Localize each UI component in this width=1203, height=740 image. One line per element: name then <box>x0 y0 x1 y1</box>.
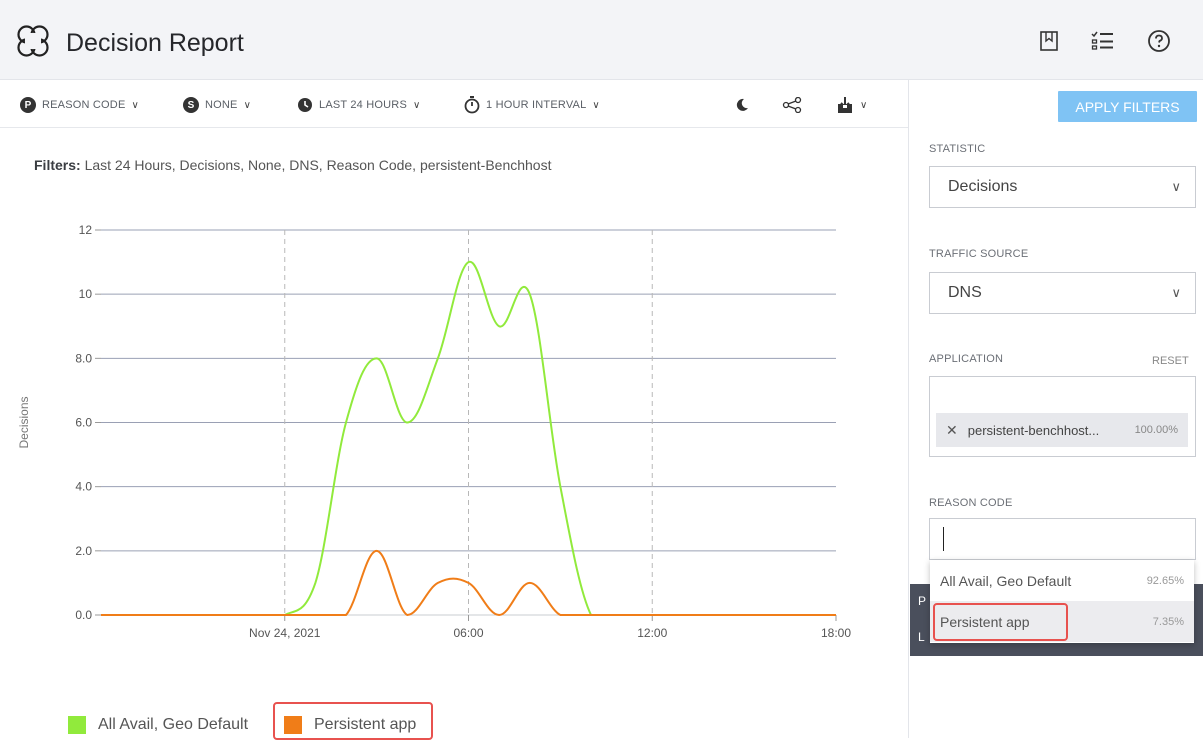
legend-label: All Avail, Geo Default <box>98 716 249 733</box>
x-tick-label: 12:00 <box>637 626 667 640</box>
chevron-down-icon: ∨ <box>131 99 140 111</box>
moon-icon <box>736 98 748 111</box>
reason-code-label: REASON CODE <box>929 497 1013 509</box>
help-icon[interactable] <box>1145 27 1173 55</box>
y-tick-label: 2.0 <box>75 544 92 558</box>
option-percent: 92.65% <box>1146 574 1184 587</box>
application-label: APPLICATION <box>929 353 1004 365</box>
header-bar: Decision Report <box>0 0 1203 80</box>
dropdown-option-all-avail[interactable]: All Avail, Geo Default 92.65% <box>930 560 1194 601</box>
chip-percent: 100.00% <box>1134 424 1178 436</box>
filters-label: Filters: <box>34 157 81 173</box>
share-button[interactable] <box>782 95 802 115</box>
y-tick-label: 0.0 <box>75 608 92 622</box>
reason-code-input[interactable] <box>929 518 1196 560</box>
legend-item-all-avail[interactable]: All Avail, Geo Default <box>68 716 248 734</box>
statistic-value: Decisions <box>948 178 1018 195</box>
statistic-label: STATISTIC <box>929 143 986 155</box>
legend-highlight-box <box>273 702 433 740</box>
page-title: Decision Report <box>66 29 244 57</box>
legend-swatch <box>68 716 86 734</box>
statistic-select[interactable]: Decisions ∨ <box>929 166 1196 208</box>
chevron-down-icon: ∨ <box>860 99 868 111</box>
s-badge-icon: S <box>183 97 199 113</box>
time-range-label: LAST 24 HOURS <box>319 99 407 111</box>
traffic-source-select[interactable]: DNS ∨ <box>929 272 1196 314</box>
apply-filters-button[interactable]: APPLY FILTERS <box>1058 91 1197 122</box>
y-tick-label: 12 <box>79 223 93 237</box>
bookmark-icon[interactable] <box>1035 27 1063 55</box>
download-icon <box>838 97 852 113</box>
y-tick-label: 8.0 <box>75 351 92 365</box>
application-chip: ✕ persistent-benchhost... 100.00% <box>936 413 1188 447</box>
y-tick-label: 10 <box>79 287 93 301</box>
dark-mode-toggle[interactable] <box>735 95 749 115</box>
reason-code-dropdown[interactable]: P REASON CODE ∨ <box>20 95 139 115</box>
none-dropdown[interactable]: S NONE ∨ <box>183 95 251 115</box>
reset-link[interactable]: RESET <box>1152 355 1189 367</box>
band-letter-l: L <box>918 630 925 644</box>
download-dropdown[interactable]: ∨ <box>836 95 868 115</box>
x-tick-label: Nov 24, 2021 <box>249 626 321 640</box>
y-tick-label: 4.0 <box>75 480 92 494</box>
checklist-icon[interactable] <box>1089 27 1117 55</box>
reason-code-label: REASON CODE <box>42 99 126 111</box>
interval-label: 1 HOUR INTERVAL <box>486 99 587 111</box>
filters-summary: Filters: Last 24 Hours, Decisions, None,… <box>34 157 551 173</box>
report-toolbar: P REASON CODE ∨ S NONE ∨ LAST 24 HOURS ∨… <box>0 80 908 128</box>
x-tick-label: 18:00 <box>821 626 851 640</box>
time-range-dropdown[interactable]: LAST 24 HOURS ∨ <box>297 95 421 115</box>
filters-text: Last 24 Hours, Decisions, None, DNS, Rea… <box>84 157 552 173</box>
stopwatch-icon <box>464 96 480 114</box>
x-tick-label: 06:00 <box>453 626 483 640</box>
traffic-source-value: DNS <box>948 284 982 301</box>
chevron-down-icon: ∨ <box>243 99 252 111</box>
chevron-down-icon: ∨ <box>592 99 600 111</box>
share-icon <box>782 97 802 113</box>
chevron-down-icon: ∨ <box>412 99 421 111</box>
decisions-line-chart: 0.0 2.0 4.0 6.0 8.0 10 12 Nov 24, 2021 06:00 12:0… <box>17 223 851 680</box>
text-caret <box>943 527 944 551</box>
option-highlight-box <box>933 603 1068 641</box>
y-axis-label: Decisions <box>17 396 31 448</box>
app-logo-icon <box>17 25 49 57</box>
option-label: All Avail, Geo Default <box>940 572 1072 589</box>
x-axis-label: Time (UTC) <box>437 679 499 680</box>
p-badge-icon: P <box>20 97 36 113</box>
chevron-down-icon: ∨ <box>1171 179 1181 194</box>
none-label: NONE <box>205 99 238 111</box>
panel-divider <box>908 80 909 738</box>
interval-dropdown[interactable]: 1 HOUR INTERVAL ∨ <box>464 95 600 115</box>
option-percent: 7.35% <box>1152 615 1184 628</box>
traffic-source-label: TRAFFIC SOURCE <box>929 248 1029 260</box>
series-line-2 <box>101 549 836 617</box>
clock-icon <box>298 98 312 112</box>
y-tick-label: 6.0 <box>75 416 92 430</box>
remove-chip-icon[interactable]: ✕ <box>946 422 958 439</box>
chip-label: persistent-benchhost... <box>967 422 1100 438</box>
chevron-down-icon: ∨ <box>1171 285 1181 300</box>
band-letter-p: P <box>918 594 927 608</box>
